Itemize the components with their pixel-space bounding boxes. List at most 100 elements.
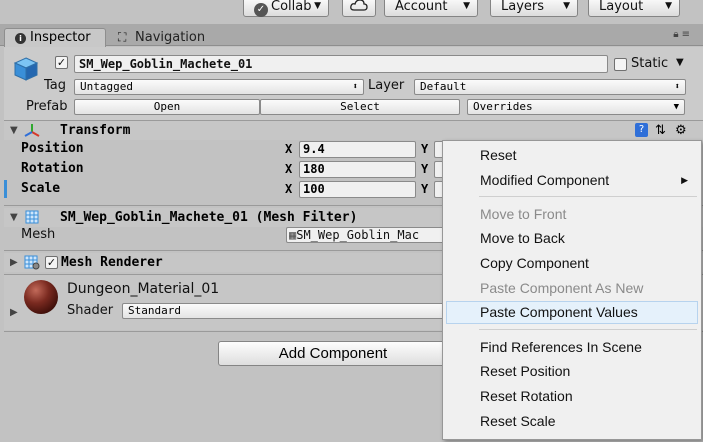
prefab-open-button[interactable]: Open [74, 99, 260, 115]
prefab-label: Prefab [26, 99, 68, 114]
menu-item-label: Modified Component [480, 172, 610, 188]
chevron-down-icon: ▼ [463, 1, 470, 11]
help-book-icon[interactable]: ? [635, 123, 648, 137]
object-header: ✓ SM_Wep_Goblin_Machete_01 Static ▼ Tag … [4, 47, 703, 121]
position-y-label[interactable]: Y [421, 140, 428, 158]
layout-label: Layout [599, 0, 644, 14]
rotation-label[interactable]: Rotation [21, 160, 84, 178]
menu-item-modified-component[interactable]: Modified Component ▶ [446, 169, 698, 192]
foldout-closed-icon[interactable]: ▶ [10, 253, 18, 272]
scale-y-label[interactable]: Y [421, 180, 428, 198]
cloud-button[interactable] [342, 0, 376, 17]
tab-inspector[interactable]: i Inspector [4, 28, 106, 47]
menu-item-reset-scale[interactable]: Reset Scale [446, 410, 698, 433]
tab-menu-icon[interactable]: ≡ [682, 29, 693, 40]
mesh-renderer-enabled-checkbox[interactable]: ✓ [45, 256, 58, 269]
mesh-renderer-title: Mesh Renderer [61, 255, 163, 270]
account-label: Account [395, 0, 448, 14]
mesh-filter-title: SM_Wep_Goblin_Machete_01 (Mesh Filter) [60, 210, 358, 225]
transform-title: Transform [60, 123, 131, 138]
collab-label: Collab [271, 0, 312, 14]
foldout-closed-icon[interactable]: ▶ [10, 303, 18, 322]
rotation-x-label[interactable]: X [285, 160, 292, 178]
cube-icon [13, 57, 39, 81]
layer-value: Default [420, 80, 467, 93]
chevron-down-icon: ▼ [673, 102, 679, 112]
menu-item-paste-component-values[interactable]: Paste Component Values [446, 301, 698, 324]
scale-x-field[interactable]: 100 [299, 181, 416, 198]
shader-label: Shader [67, 303, 114, 318]
chevron-down-icon: ▼ [563, 1, 570, 11]
top-toolbar: ✓ Collab ▼ Account ▼ Layers ▼ Layout ▼ [0, 0, 703, 20]
presets-icon[interactable]: ⇅ [655, 121, 666, 140]
account-button[interactable]: Account ▼ [384, 0, 478, 17]
cloud-icon [350, 0, 368, 11]
lock-icon[interactable]: 🔒︎ [673, 29, 681, 40]
mesh-value: SM_Wep_Goblin_Mac [296, 228, 420, 242]
gear-icon[interactable]: ⚙ [675, 121, 687, 140]
mesh-renderer-icon [24, 255, 40, 270]
tab-inspector-label: Inspector [30, 30, 91, 45]
tag-dropdown[interactable]: Untagged ⬍ [74, 79, 364, 95]
updown-icon: ⬍ [352, 82, 358, 92]
navigation-icon: ⛶ [118, 30, 127, 44]
menu-separator [479, 196, 697, 197]
info-icon: i [15, 33, 26, 44]
tab-navigation-label: Navigation [135, 30, 206, 45]
foldout-open-icon[interactable]: ▼ [10, 121, 18, 140]
chevron-down-icon: ▼ [665, 1, 672, 11]
mesh-object-field[interactable]: ▦SM_Wep_Goblin_Mac [286, 227, 446, 243]
chevron-down-icon: ▼ [314, 1, 321, 11]
tab-tools: 🔒︎≡ [673, 29, 693, 40]
add-component-button[interactable]: Add Component [218, 341, 448, 366]
layers-button[interactable]: Layers ▼ [490, 0, 578, 17]
prefab-overrides-dropdown[interactable]: Overrides ▼ [467, 99, 685, 115]
layout-button[interactable]: Layout ▼ [588, 0, 680, 17]
menu-item-reset[interactable]: Reset [446, 144, 698, 167]
shader-dropdown[interactable]: Standard [122, 303, 452, 319]
static-label: Static [631, 56, 669, 71]
material-name: Dungeon_Material_01 [67, 281, 220, 297]
rotation-y-label[interactable]: Y [421, 160, 428, 178]
menu-item-move-to-front: Move to Front [480, 206, 567, 222]
mesh-filter-icon [25, 210, 39, 224]
active-checkbox[interactable]: ✓ [55, 56, 68, 69]
scale-modified-marker [4, 180, 7, 198]
tab-navigation[interactable]: ⛶ Navigation [118, 29, 205, 46]
position-x-field[interactable]: 9.4 [299, 141, 416, 158]
menu-item-move-to-back[interactable]: Move to Back [446, 227, 698, 250]
menu-item-paste-component-as-new: Paste Component As New [480, 280, 644, 296]
scale-label[interactable]: Scale [21, 180, 60, 198]
submenu-arrow-icon: ▶ [681, 175, 688, 185]
layers-label: Layers [501, 0, 545, 14]
transform-header[interactable]: ▼ Transform ? ⇅ ⚙ [4, 121, 703, 140]
static-dropdown-icon[interactable]: ▼ [676, 55, 684, 71]
menu-item-reset-position[interactable]: Reset Position [446, 360, 698, 383]
mesh-label: Mesh [21, 227, 56, 242]
material-sphere-icon[interactable] [24, 280, 58, 314]
position-label[interactable]: Position [21, 140, 84, 158]
layer-label: Layer [368, 78, 405, 93]
overrides-label: Overrides [473, 100, 533, 113]
layer-dropdown[interactable]: Default ⬍ [414, 79, 686, 95]
object-name-field[interactable]: SM_Wep_Goblin_Machete_01 [74, 55, 608, 73]
collab-check-icon: ✓ [254, 3, 268, 17]
rotation-x-field[interactable]: 180 [299, 161, 416, 178]
prefab-select-button[interactable]: Select [260, 99, 460, 115]
component-context-menu: Reset Modified Component ▶ Move to Front… [442, 140, 702, 440]
menu-separator [479, 329, 697, 330]
menu-item-copy-component[interactable]: Copy Component [446, 252, 698, 275]
scale-x-label[interactable]: X [285, 180, 292, 198]
tag-value: Untagged [80, 80, 133, 93]
tag-label: Tag [44, 78, 67, 93]
transform-axes-icon [24, 124, 40, 137]
updown-icon: ⬍ [674, 82, 680, 92]
position-x-label[interactable]: X [285, 140, 292, 158]
foldout-open-icon[interactable]: ▼ [10, 208, 18, 227]
menu-item-reset-rotation[interactable]: Reset Rotation [446, 385, 698, 408]
tab-bar: i Inspector ⛶ Navigation 🔒︎≡ [0, 24, 703, 47]
static-checkbox[interactable] [614, 58, 627, 71]
menu-item-find-references[interactable]: Find References In Scene [446, 336, 698, 359]
collab-button[interactable]: ✓ Collab ▼ [243, 0, 329, 17]
shader-value: Standard [128, 304, 181, 317]
